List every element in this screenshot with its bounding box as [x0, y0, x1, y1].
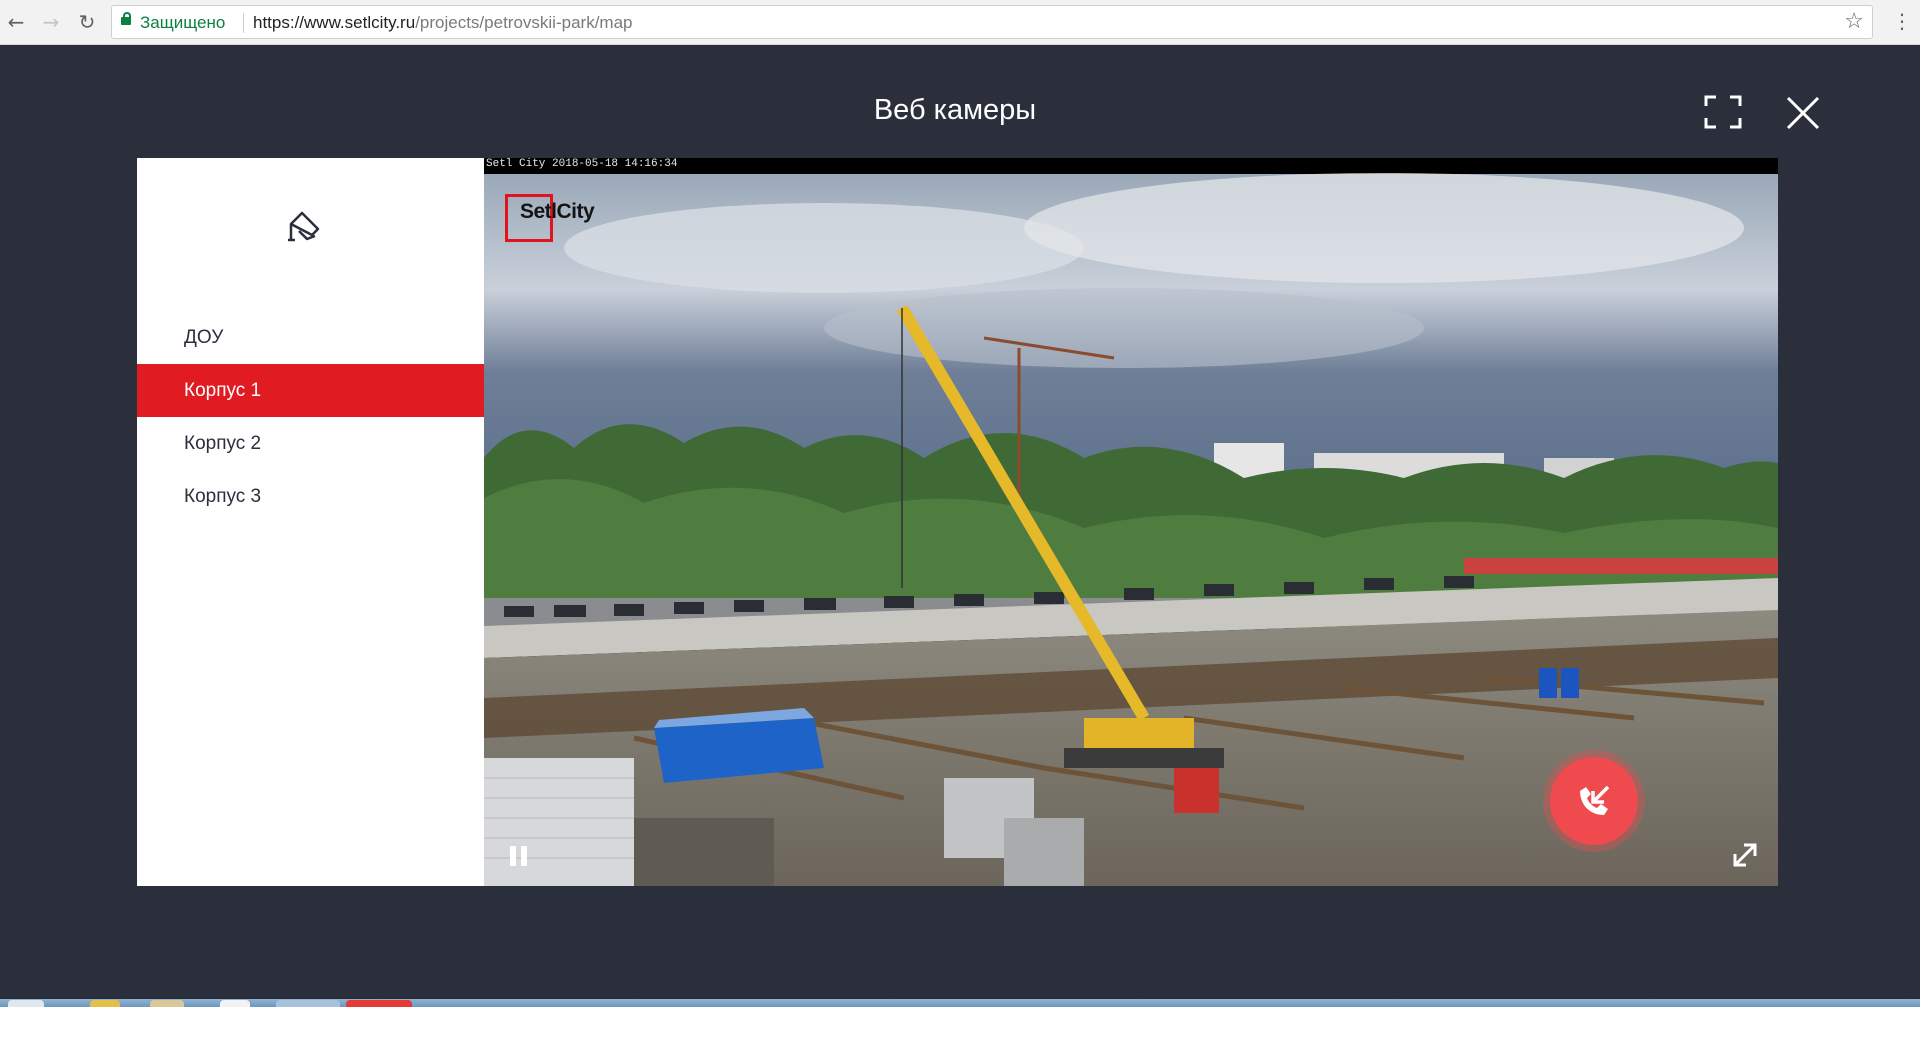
camera-timestamp-overlay: Setl City 2018-05-18 14:16:34	[486, 158, 678, 170]
reload-icon[interactable]: ↻	[76, 11, 98, 33]
setlcity-watermark: SetlCity	[520, 200, 595, 223]
taskbar-browser-button[interactable]	[346, 1000, 412, 1007]
address-separator	[243, 13, 244, 33]
modal-title: Веб камеры	[873, 94, 1037, 126]
forward-arrow-icon[interactable]: →	[40, 11, 62, 33]
camera-item-korpus-1[interactable]: Корпус 1	[137, 364, 484, 417]
back-arrow-icon[interactable]: ←	[5, 11, 27, 33]
taskbar-folder-icon[interactable]	[150, 1000, 184, 1007]
url-text[interactable]: https://www.setlcity.ru/projects/petrovs…	[253, 13, 633, 33]
fullscreen-icon[interactable]	[1704, 95, 1742, 129]
browser-toolbar: ← → ↻ Защищено https://www.setlcity.ru/p…	[0, 0, 1920, 45]
taskbar-app-icon-2[interactable]	[220, 1000, 250, 1007]
camera-list: ДОУ Корпус 1 Корпус 2 Корпус 3	[137, 311, 484, 523]
camera-item-korpus-3[interactable]: Корпус 3	[137, 470, 484, 523]
webcam-modal: Веб камеры ДОУ Корпус 1 Корпус 2 Корпус …	[0, 45, 1920, 999]
taskbar-window-button[interactable]	[276, 1000, 340, 1007]
address-bar[interactable]: Защищено https://www.setlcity.ru/project…	[111, 5, 1873, 39]
phone-callback-icon	[1580, 785, 1610, 815]
bookmark-star-icon[interactable]: ☆	[1844, 9, 1864, 34]
callback-button[interactable]	[1550, 757, 1638, 845]
close-icon[interactable]	[1785, 95, 1821, 131]
browser-menu-icon[interactable]: ⋮	[1892, 10, 1912, 32]
security-label: Защищено	[140, 13, 226, 32]
url-host: https://www.setlcity.ru	[253, 13, 416, 32]
taskbar-start-icon[interactable]	[8, 1000, 44, 1007]
os-taskbar	[0, 999, 1920, 1007]
pause-icon[interactable]	[510, 846, 528, 866]
camera-item-korpus-2[interactable]: Корпус 2	[137, 417, 484, 470]
url-path: /projects/petrovskii-park/map	[415, 13, 633, 32]
camera-item-dou[interactable]: ДОУ	[137, 311, 484, 364]
expand-icon[interactable]	[1730, 840, 1760, 870]
taskbar-app-icon[interactable]	[90, 1000, 120, 1007]
security-camera-icon	[285, 206, 325, 246]
lock-icon	[121, 12, 131, 25]
camera-sidebar: ДОУ Корпус 1 Корпус 2 Корпус 3	[137, 158, 484, 886]
